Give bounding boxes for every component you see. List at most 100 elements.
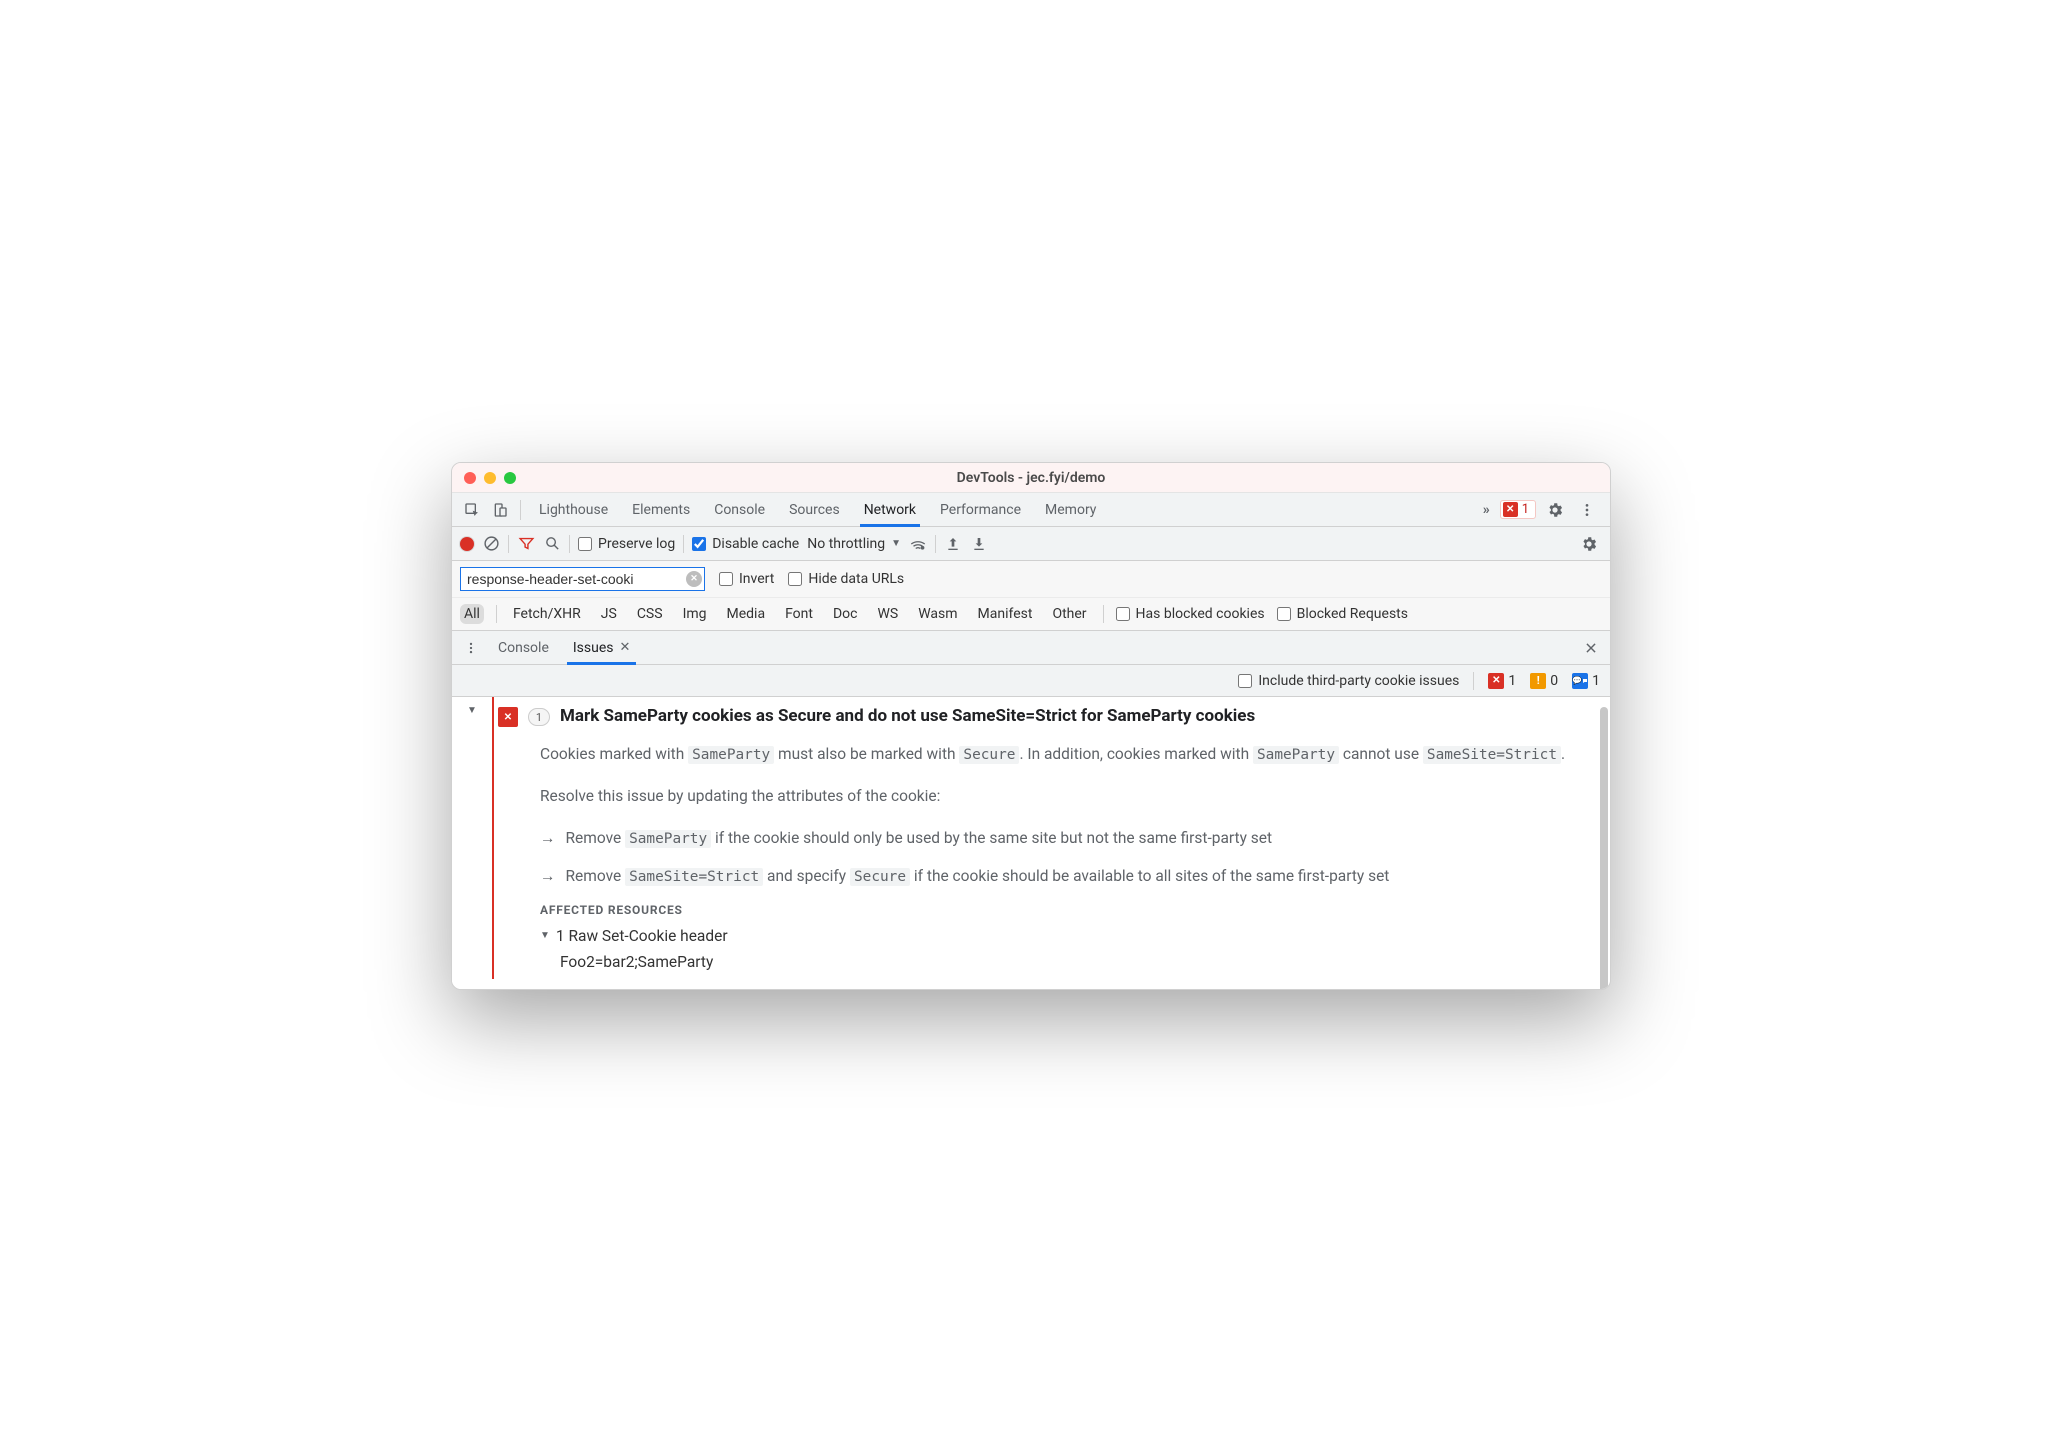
resource-type-row: All Fetch/XHR JS CSS Img Media Font Doc … [452, 598, 1610, 631]
close-tab-icon[interactable]: ✕ [620, 640, 631, 655]
include-third-party-checkbox[interactable]: Include third-party cookie issues [1238, 673, 1459, 689]
drawer-tab-strip: Console Issues ✕ [452, 631, 1610, 665]
disable-cache-checkbox[interactable]: Disable cache [692, 536, 799, 552]
type-ws[interactable]: WS [873, 604, 902, 624]
collapse-issue-icon[interactable]: ▼ [467, 705, 477, 716]
error-icon [1488, 673, 1504, 689]
throttling-value: No throttling [807, 536, 885, 552]
preserve-log-checkbox[interactable]: Preserve log [578, 536, 675, 552]
main-tab-strip: Lighthouse Elements Console Sources Netw… [452, 493, 1610, 527]
separator [520, 500, 521, 520]
record-button[interactable] [460, 537, 474, 551]
type-font[interactable]: Font [781, 604, 817, 624]
arrow-icon: → [540, 864, 556, 888]
separator [569, 535, 570, 553]
throttling-dropdown[interactable]: No throttling ▼ [807, 536, 901, 552]
type-js[interactable]: JS [597, 604, 621, 624]
separator [496, 605, 497, 623]
type-fetch-xhr[interactable]: Fetch/XHR [509, 604, 585, 624]
info-icon [1572, 673, 1588, 689]
blocked-requests-checkbox[interactable]: Blocked Requests [1277, 606, 1408, 622]
tab-network[interactable]: Network [852, 493, 928, 526]
tab-elements[interactable]: Elements [620, 493, 702, 526]
error-icon [1503, 502, 1518, 517]
include-third-party-label: Include third-party cookie issues [1258, 673, 1459, 689]
search-icon[interactable] [543, 535, 561, 553]
disable-cache-label: Disable cache [712, 536, 799, 552]
affected-resource-row[interactable]: ▼ 1 Raw Set-Cookie header [540, 927, 1590, 945]
tab-lighthouse[interactable]: Lighthouse [527, 493, 620, 526]
disable-cache-input[interactable] [692, 537, 706, 551]
drawer-tab-issues-label: Issues [573, 640, 614, 656]
has-blocked-cookies-input[interactable] [1116, 607, 1130, 621]
issue-header[interactable]: 1 Mark SameParty cookies as Secure and d… [498, 705, 1590, 727]
tab-performance[interactable]: Performance [928, 493, 1033, 526]
drawer-more-icon[interactable] [458, 635, 484, 661]
device-toolbar-icon[interactable] [486, 496, 514, 524]
type-all[interactable]: All [460, 604, 484, 624]
separator [935, 535, 936, 553]
type-wasm[interactable]: Wasm [914, 604, 961, 624]
chevron-down-icon: ▼ [891, 538, 901, 549]
blocked-requests-input[interactable] [1277, 607, 1291, 621]
scrollbar[interactable] [1600, 707, 1608, 989]
clear-icon[interactable] [482, 535, 500, 553]
include-third-party-input[interactable] [1238, 674, 1252, 688]
type-doc[interactable]: Doc [829, 604, 862, 624]
separator [1103, 605, 1104, 623]
type-manifest[interactable]: Manifest [974, 604, 1037, 624]
tab-sources[interactable]: Sources [777, 493, 852, 526]
issues-filter-bar: Include third-party cookie issues 1 0 1 [452, 665, 1610, 697]
arrow-icon: → [540, 826, 556, 850]
drawer-tab-issues[interactable]: Issues ✕ [563, 631, 641, 664]
has-blocked-cookies-checkbox[interactable]: Has blocked cookies [1116, 606, 1265, 622]
issue-panel: ▼ 1 Mark SameParty cookies as Secure and… [452, 697, 1610, 988]
error-count-badge[interactable]: 1 [1500, 500, 1536, 519]
window-title: DevTools - jec.fyi/demo [452, 470, 1610, 486]
type-other[interactable]: Other [1048, 604, 1090, 624]
separator [683, 535, 684, 553]
settings-icon[interactable] [1542, 497, 1568, 523]
collapse-resource-icon[interactable]: ▼ [540, 930, 550, 941]
drawer-tab-console[interactable]: Console [488, 631, 559, 664]
hide-data-urls-label: Hide data URLs [808, 571, 904, 587]
network-toolbar: Preserve log Disable cache No throttling… [452, 527, 1610, 561]
download-har-icon[interactable] [970, 535, 988, 553]
close-drawer-icon[interactable] [1578, 635, 1604, 661]
suggestion-item: → Remove SameSite=Strict and specify Sec… [540, 864, 1590, 888]
blocked-requests-label: Blocked Requests [1297, 606, 1408, 622]
clear-filter-icon[interactable] [686, 571, 702, 587]
warnings-counter[interactable]: 0 [1530, 673, 1558, 689]
issue-count-badge: 1 [528, 708, 550, 726]
tab-memory[interactable]: Memory [1033, 493, 1108, 526]
error-count: 1 [1522, 502, 1529, 517]
tab-console[interactable]: Console [702, 493, 777, 526]
affected-resource-value: Foo2=bar2;SameParty [560, 953, 1590, 971]
inspect-element-icon[interactable] [458, 496, 486, 524]
more-tabs-button[interactable]: » [1479, 502, 1494, 518]
errors-counter[interactable]: 1 [1488, 673, 1516, 689]
upload-har-icon[interactable] [944, 535, 962, 553]
invert-checkbox[interactable]: Invert [719, 571, 774, 587]
warning-icon [1530, 673, 1546, 689]
titlebar: DevTools - jec.fyi/demo [452, 463, 1610, 493]
invert-input[interactable] [719, 572, 733, 586]
network-conditions-icon[interactable] [909, 535, 927, 553]
hide-data-urls-checkbox[interactable]: Hide data URLs [788, 571, 904, 587]
filter-input-wrap[interactable] [460, 567, 705, 591]
invert-label: Invert [739, 571, 774, 587]
info-counter[interactable]: 1 [1572, 673, 1600, 689]
filter-input[interactable] [467, 571, 686, 587]
type-css[interactable]: CSS [633, 604, 667, 624]
errors-count: 1 [1508, 673, 1516, 689]
preserve-log-input[interactable] [578, 537, 592, 551]
issue-description: Cookies marked with SameParty must also … [540, 742, 1590, 889]
type-img[interactable]: Img [679, 604, 711, 624]
issue-gutter: ▼ [452, 697, 492, 988]
type-media[interactable]: Media [723, 604, 770, 624]
more-options-icon[interactable] [1574, 497, 1600, 523]
filter-icon[interactable] [517, 535, 535, 553]
error-icon [498, 707, 518, 727]
network-settings-icon[interactable] [1576, 531, 1602, 557]
hide-data-urls-input[interactable] [788, 572, 802, 586]
